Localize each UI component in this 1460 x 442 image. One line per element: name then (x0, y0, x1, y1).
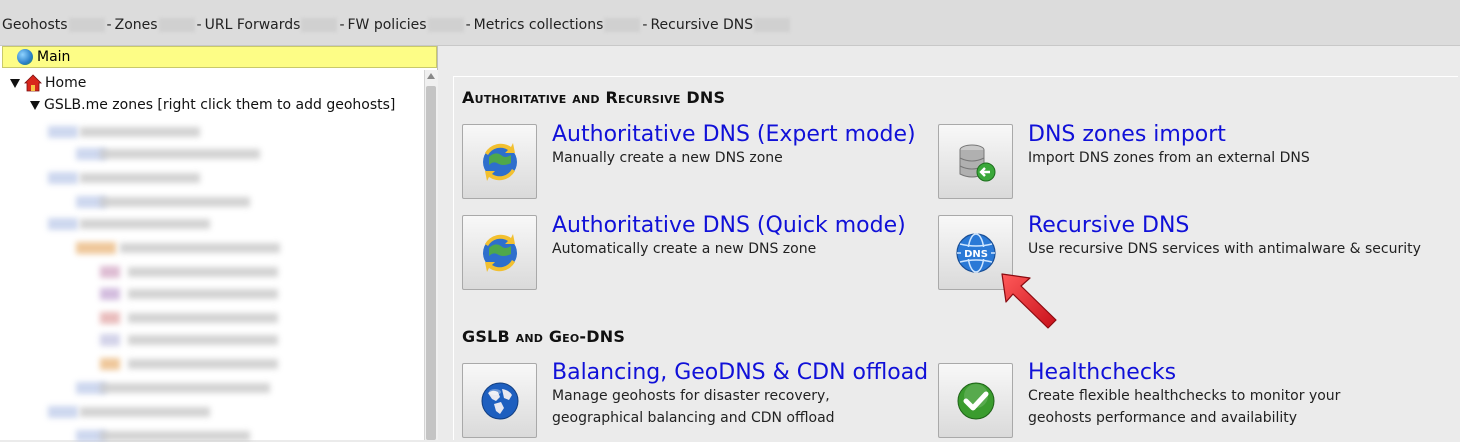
nav-separator: - (642, 17, 648, 33)
healthchecks-button[interactable] (938, 363, 1013, 438)
recursive-dns-link[interactable]: Recursive DNS (1028, 213, 1189, 238)
nav-geohosts[interactable]: Geohosts (2, 17, 68, 33)
nav-recursive-dns[interactable]: Recursive DNS (650, 17, 753, 33)
nav-separator: - (339, 17, 345, 33)
balancing-geodns-desc-line1: Manage geohosts for disaster recovery, (552, 388, 830, 404)
dns-zones-import-button[interactable] (938, 124, 1013, 199)
healthchecks-desc-line1: Create flexible healthchecks to monitor … (1028, 388, 1341, 404)
database-import-icon (959, 144, 995, 181)
authoritative-expert-link[interactable]: Authoritative DNS (Expert mode) (552, 122, 916, 147)
globe-icon (17, 49, 33, 65)
scrollbar-thumb[interactable] (426, 86, 436, 440)
home-icon (24, 74, 42, 92)
nav-count-badge (427, 18, 464, 32)
authoritative-expert-button[interactable] (462, 124, 537, 199)
tree-item-home[interactable]: Home (10, 74, 86, 92)
checkmark-icon (957, 382, 994, 419)
authoritative-quick-link[interactable]: Authoritative DNS (Quick mode) (552, 213, 906, 238)
section-title-gslb: GSLB and Geo-DNS (462, 327, 626, 346)
healthchecks-desc-line2: geohosts performance and availability (1028, 410, 1298, 426)
balancing-geodns-desc-line2: geographical balancing and CDN offload (552, 410, 835, 426)
main-tab-label: Main (37, 49, 71, 65)
balancing-geodns-button[interactable] (462, 363, 537, 438)
globe-sync-icon (482, 233, 517, 272)
authoritative-expert-desc: Manually create a new DNS zone (552, 150, 783, 166)
dns-globe-icon: DNS (955, 232, 996, 273)
zone-tree: Home GSLB.me zones [right click them to … (0, 72, 424, 442)
top-navigation-bar: Geohosts - Zones - URL Forwards - FW pol… (0, 0, 1460, 46)
nav-metrics-collections[interactable]: Metrics collections (474, 17, 604, 33)
nav-count-badge (301, 18, 338, 32)
expand-caret-icon[interactable] (10, 78, 20, 88)
nav-count-badge (68, 18, 105, 32)
balancing-geodns-link[interactable]: Balancing, GeoDNS & CDN offload (552, 360, 928, 385)
dns-zones-import-desc: Import DNS zones from an external DNS (1028, 150, 1310, 166)
recursive-dns-desc: Use recursive DNS services with antimalw… (1028, 241, 1421, 257)
world-globe-icon (481, 382, 518, 419)
authoritative-quick-desc: Automatically create a new DNS zone (552, 241, 817, 257)
sidebar-main-tab[interactable]: Main (2, 46, 437, 68)
nav-count-badge (604, 18, 641, 32)
tree-label-zones: GSLB.me zones [right click them to add g… (44, 97, 396, 113)
scroll-up-icon[interactable] (427, 73, 435, 79)
nav-fw-policies[interactable]: FW policies (348, 17, 427, 33)
tree-item-zones[interactable]: GSLB.me zones [right click them to add g… (30, 97, 395, 113)
breadcrumb-nav: Geohosts - Zones - URL Forwards - FW pol… (2, 17, 791, 33)
authoritative-quick-button[interactable] (462, 215, 537, 290)
tree-label-home: Home (45, 75, 87, 91)
section-title-authoritative: Authoritative and Recursive DNS (462, 88, 726, 107)
globe-sync-icon (482, 142, 517, 181)
expand-caret-icon[interactable] (30, 100, 40, 110)
nav-count-badge (158, 18, 195, 32)
nav-zones[interactable]: Zones (115, 17, 158, 33)
pointer-arrow-icon (1001, 273, 1057, 329)
dns-zones-import-link[interactable]: DNS zones import (1028, 122, 1226, 147)
nav-count-badge (754, 18, 791, 32)
nav-url-forwards[interactable]: URL Forwards (205, 17, 301, 33)
nav-separator: - (106, 17, 112, 33)
healthchecks-link[interactable]: Healthchecks (1028, 360, 1176, 385)
dns-label: DNS (964, 249, 988, 260)
nav-separator: - (465, 17, 471, 33)
nav-separator: - (196, 17, 202, 33)
